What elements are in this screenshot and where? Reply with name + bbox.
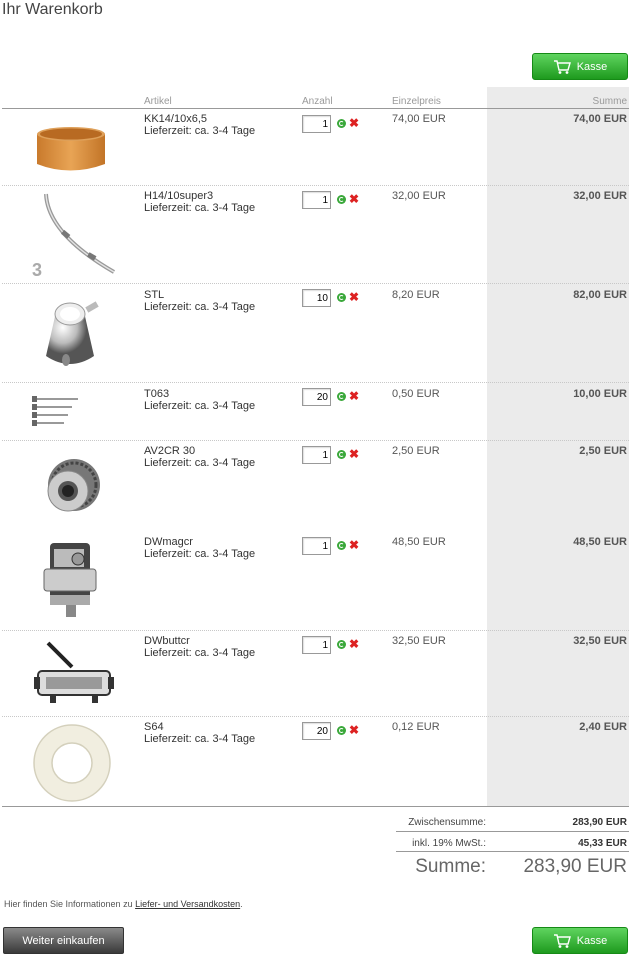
row-total: 74,00 EUR <box>573 113 627 125</box>
unit-price: 48,50 EUR <box>392 536 446 548</box>
row-total: 32,00 EUR <box>573 190 627 202</box>
grand-total-value: 283,90 EUR <box>523 856 627 877</box>
unit-price: 0,12 EUR <box>392 721 440 733</box>
refresh-icon[interactable] <box>337 541 346 550</box>
totals-divider <box>396 831 629 832</box>
lead-time: Lieferzeit: ca. 3-4 Tage <box>144 457 256 469</box>
product-image-tension-rods[interactable] <box>20 391 120 431</box>
checkout-button-label: Kasse <box>576 934 608 947</box>
cart-icon <box>553 933 571 948</box>
grand-total-label: Summe: <box>415 856 486 877</box>
product-image-metal-hoop[interactable]: 3 <box>20 192 120 278</box>
delete-icon[interactable]: ✖ <box>349 193 359 205</box>
delete-icon[interactable]: ✖ <box>349 638 359 650</box>
delete-icon[interactable]: ✖ <box>349 724 359 736</box>
quantity-input[interactable] <box>302 191 331 209</box>
unit-price: 74,00 EUR <box>392 113 446 125</box>
row-total: 32,50 EUR <box>573 635 627 647</box>
header-quantity: Anzahl <box>302 96 333 107</box>
delete-icon[interactable]: ✖ <box>349 390 359 402</box>
quantity-input[interactable] <box>302 115 331 133</box>
header-unit-price: Einzelpreis <box>392 96 441 107</box>
cart-icon <box>553 59 571 74</box>
product-name[interactable]: S64 <box>144 721 164 733</box>
refresh-icon[interactable] <box>337 726 346 735</box>
cart-row: 3 H14/10super3 Lieferzeit: ca. 3-4 Tage … <box>0 186 629 284</box>
cart-row: DWbuttcr Lieferzeit: ca. 3-4 Tage ✖ 32,5… <box>0 631 629 717</box>
lead-time: Lieferzeit: ca. 3-4 Tage <box>144 125 256 137</box>
product-name[interactable]: DWmagcr <box>144 536 193 548</box>
table-bottom-divider <box>2 806 629 807</box>
product-name[interactable]: DWbuttcr <box>144 635 190 647</box>
page-title: Ihr Warenkorb <box>2 1 103 18</box>
product-name[interactable]: STL <box>144 289 164 301</box>
shipping-info-suffix: . <box>240 899 243 909</box>
product-image-chrome-lug[interactable] <box>20 292 120 376</box>
totals-divider <box>396 851 629 852</box>
vat-value: 45,33 EUR <box>578 838 627 849</box>
refresh-icon[interactable] <box>337 119 346 128</box>
product-name[interactable]: KK14/10x6,5 <box>144 113 207 125</box>
product-image-snare-strainer[interactable] <box>20 539 120 621</box>
quantity-input[interactable] <box>302 446 331 464</box>
unit-price: 2,50 EUR <box>392 445 440 457</box>
refresh-icon[interactable] <box>337 293 346 302</box>
cart-row: AV2CR 30 Lieferzeit: ca. 3-4 Tage ✖ 2,50… <box>0 441 629 531</box>
delete-icon[interactable]: ✖ <box>349 291 359 303</box>
image-badge: 3 <box>32 260 42 278</box>
delete-icon[interactable]: ✖ <box>349 117 359 129</box>
lead-time: Lieferzeit: ca. 3-4 Tage <box>144 647 256 659</box>
row-total: 82,00 EUR <box>573 289 627 301</box>
subtotal-value: 283,90 EUR <box>572 817 627 828</box>
cart-row: STL Lieferzeit: ca. 3-4 Tage ✖ 8,20 EUR … <box>0 284 629 383</box>
product-name[interactable]: AV2CR 30 <box>144 445 195 457</box>
delete-icon[interactable]: ✖ <box>349 448 359 460</box>
header-article: Artikel <box>144 96 172 107</box>
checkout-button-bottom[interactable]: Kasse <box>532 927 628 954</box>
unit-price: 0,50 EUR <box>392 388 440 400</box>
row-total: 2,40 EUR <box>579 721 627 733</box>
checkout-button-top[interactable]: Kasse <box>532 53 628 80</box>
subtotal-label: Zwischensumme: <box>408 817 486 828</box>
product-image-butt-plate[interactable] <box>20 637 120 711</box>
lead-time: Lieferzeit: ca. 3-4 Tage <box>144 733 256 745</box>
lead-time: Lieferzeit: ca. 3-4 Tage <box>144 301 256 313</box>
quantity-input[interactable] <box>302 388 331 406</box>
quantity-input[interactable] <box>302 537 331 555</box>
product-name[interactable]: H14/10super3 <box>144 190 213 202</box>
lead-time: Lieferzeit: ca. 3-4 Tage <box>144 202 256 214</box>
cart-row: DWmagcr Lieferzeit: ca. 3-4 Tage ✖ 48,50… <box>0 531 629 631</box>
shipping-costs-link[interactable]: Liefer- und Versandkosten <box>135 899 240 909</box>
delete-icon[interactable]: ✖ <box>349 539 359 551</box>
lead-time: Lieferzeit: ca. 3-4 Tage <box>144 548 256 560</box>
cart-row: KK14/10x6,5 Lieferzeit: ca. 3-4 Tage ✖ 7… <box>0 109 629 186</box>
unit-price: 32,00 EUR <box>392 190 446 202</box>
unit-price: 32,50 EUR <box>392 635 446 647</box>
quantity-input[interactable] <box>302 722 331 740</box>
quantity-input[interactable] <box>302 636 331 654</box>
cart-row: S64 Lieferzeit: ca. 3-4 Tage ✖ 0,12 EUR … <box>0 717 629 806</box>
refresh-icon[interactable] <box>337 640 346 649</box>
row-total: 48,50 EUR <box>573 536 627 548</box>
quantity-input[interactable] <box>302 289 331 307</box>
product-image-air-vent[interactable] <box>20 451 120 527</box>
product-name[interactable]: T063 <box>144 388 169 400</box>
continue-shopping-button[interactable]: Weiter einkaufen <box>3 927 124 954</box>
refresh-icon[interactable] <box>337 392 346 401</box>
shipping-info-text: Hier finden Sie Informationen zu <box>4 899 136 909</box>
unit-price: 8,20 EUR <box>392 289 440 301</box>
checkout-button-label: Kasse <box>576 60 608 73</box>
refresh-icon[interactable] <box>337 450 346 459</box>
refresh-icon[interactable] <box>337 195 346 204</box>
vat-label: inkl. 19% MwSt.: <box>412 838 486 849</box>
row-total: 2,50 EUR <box>579 445 627 457</box>
product-image-wooden-ring[interactable] <box>20 119 120 179</box>
product-image-white-washer[interactable] <box>20 723 120 803</box>
shipping-info: Hier finden Sie Informationen zu Liefer-… <box>4 899 243 909</box>
row-total: 10,00 EUR <box>573 388 627 400</box>
cart-row: T063 Lieferzeit: ca. 3-4 Tage ✖ 0,50 EUR… <box>0 383 629 441</box>
header-sum: Summe <box>592 96 627 107</box>
lead-time: Lieferzeit: ca. 3-4 Tage <box>144 400 256 412</box>
